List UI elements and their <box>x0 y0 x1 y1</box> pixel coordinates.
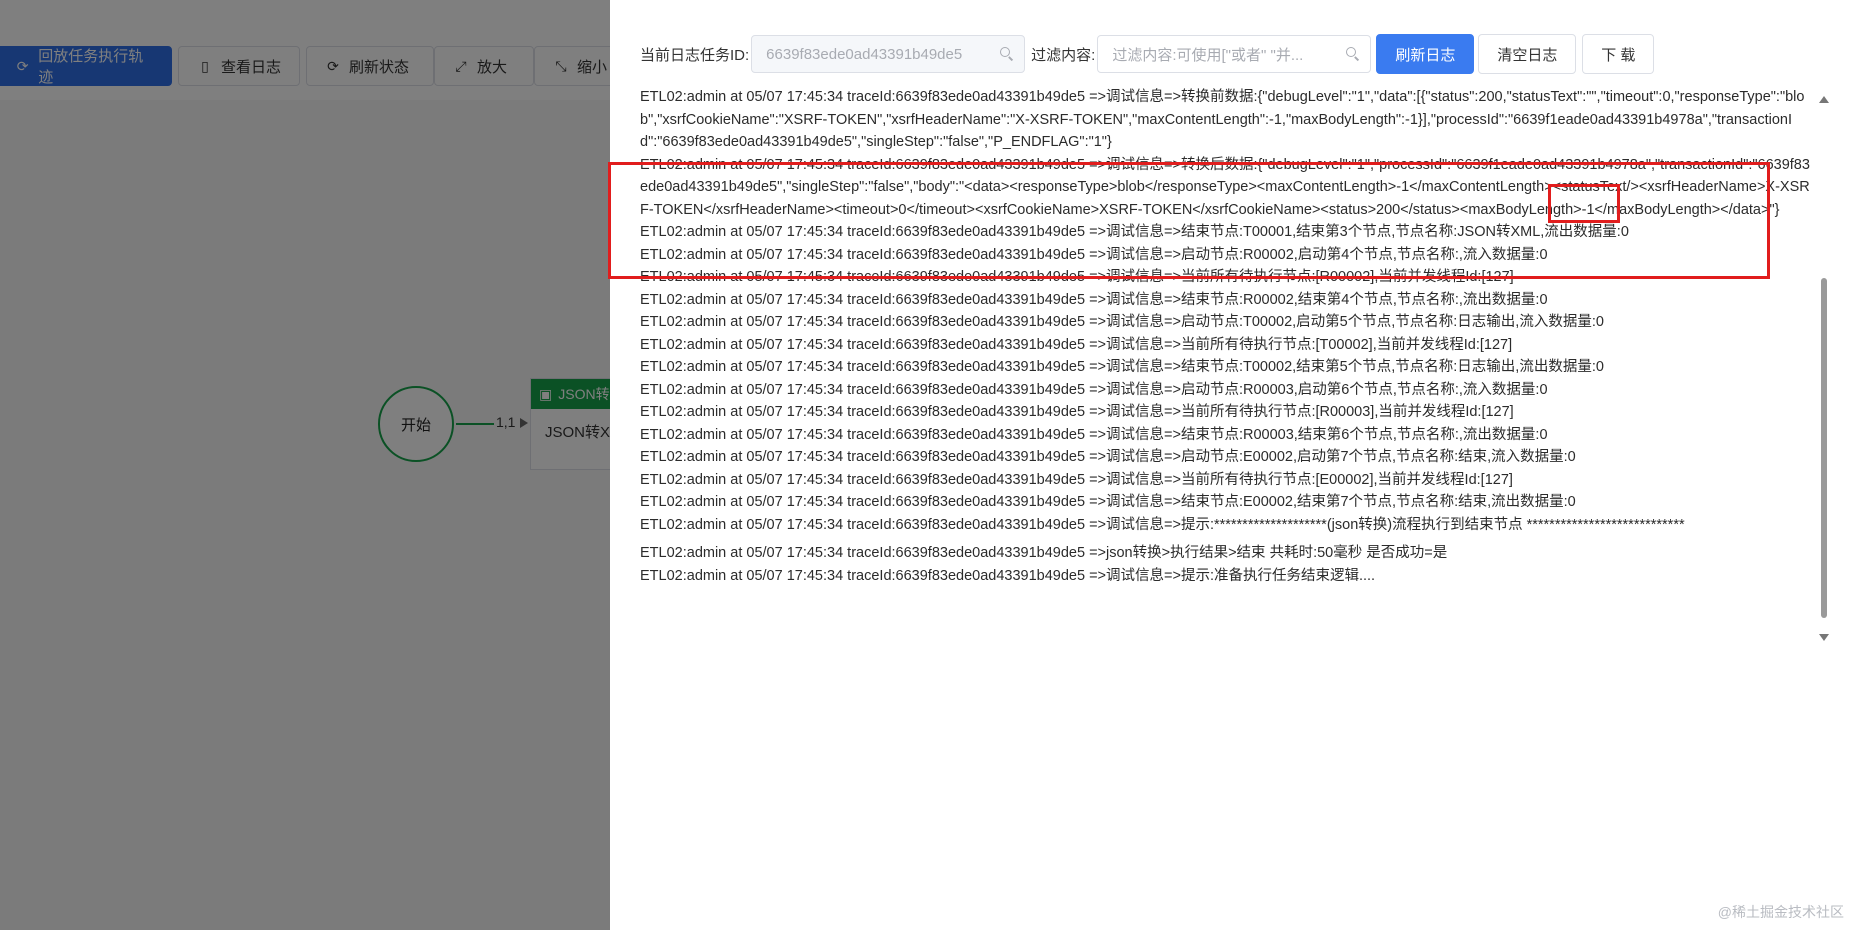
search-icon <box>1000 47 1014 61</box>
watermark: @稀土掘金技术社区 <box>1717 904 1844 920</box>
log-filter-bar: 当前日志任务ID: 6639f83ede0ad43391b49de5 过滤内容:… <box>640 34 1655 74</box>
log-line: ETL02:admin at 05/07 17:45:34 traceId:66… <box>640 156 1810 218</box>
log-line: ETL02:admin at 05/07 17:45:34 traceId:66… <box>640 567 1376 584</box>
task-id-value: 6639f83ede0ad43391b49de5 <box>766 45 963 63</box>
log-line: ETL02:admin at 05/07 17:45:34 traceId:66… <box>640 269 1514 285</box>
log-line: ETL02:admin at 05/07 17:45:34 traceId:66… <box>640 359 1604 375</box>
clear-log-button[interactable]: 清空日志 <box>1478 34 1577 74</box>
log-line: ETL02:admin at 05/07 17:45:34 traceId:66… <box>640 404 1514 420</box>
scroll-up-icon[interactable] <box>1819 96 1829 103</box>
scrollbar-thumb[interactable] <box>1821 278 1827 618</box>
task-id-field[interactable]: 6639f83ede0ad43391b49de5 <box>751 35 1026 73</box>
scroll-down-icon[interactable] <box>1819 634 1829 641</box>
filter-input[interactable]: 过滤内容:可使用["或者" "并... <box>1097 35 1372 73</box>
log-line: ETL02:admin at 05/07 17:45:34 traceId:66… <box>640 471 1513 488</box>
log-line: ETL02:admin at 05/07 17:45:34 traceId:66… <box>640 516 1685 533</box>
log-line: ETL02:admin at 05/07 17:45:34 traceId:66… <box>640 89 1805 150</box>
log-line: ETL02:admin at 05/07 17:45:34 traceId:66… <box>640 449 1576 465</box>
log-line: ETL02:admin at 05/07 17:45:34 traceId:66… <box>640 291 1548 308</box>
log-line: ETL02:admin at 05/07 17:45:34 traceId:66… <box>640 246 1548 263</box>
log-line: ETL02:admin at 05/07 17:45:34 traceId:66… <box>640 381 1548 398</box>
log-line: ETL02:admin at 05/07 17:45:34 traceId:66… <box>640 224 1629 240</box>
filter-label: 过滤内容: <box>1031 46 1096 64</box>
log-content[interactable]: ETL02:admin at 05/07 17:45:34 traceId:66… <box>640 86 1815 656</box>
refresh-log-button[interactable]: 刷新日志 <box>1376 34 1475 74</box>
log-line: ETL02:admin at 05/07 17:45:34 traceId:66… <box>640 426 1548 443</box>
log-line: ETL02:admin at 05/07 17:45:34 traceId:66… <box>640 494 1576 510</box>
task-id-label: 当前日志任务ID: <box>640 46 750 64</box>
log-scrollbar[interactable] <box>1815 90 1833 645</box>
filter-placeholder: 过滤内容:可使用["或者" "并... <box>1112 46 1304 64</box>
log-line: ETL02:admin at 05/07 17:45:34 traceId:66… <box>640 545 1448 561</box>
search-icon <box>1346 47 1360 61</box>
download-button[interactable]: 下 载 <box>1582 34 1655 74</box>
log-line: ETL02:admin at 05/07 17:45:34 traceId:66… <box>640 314 1604 330</box>
log-drawer: 当前日志任务ID: 6639f83ede0ad43391b49de5 过滤内容:… <box>608 0 1860 930</box>
log-line: ETL02:admin at 05/07 17:45:34 traceId:66… <box>640 336 1513 353</box>
